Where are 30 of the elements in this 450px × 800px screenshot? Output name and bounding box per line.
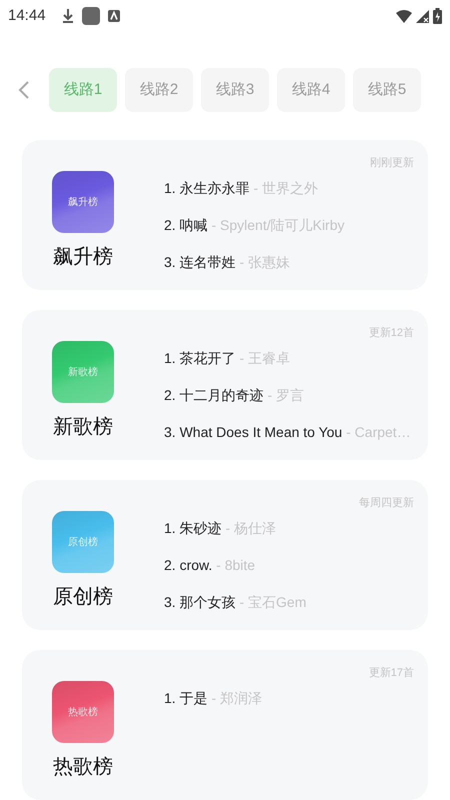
route-tab[interactable]: 线路2	[125, 68, 193, 112]
signal-icon	[416, 10, 429, 22]
song-title: 1. 永生亦永罪	[164, 180, 250, 196]
route-tab[interactable]: 线路5	[353, 68, 421, 112]
app-notification-icon	[108, 10, 120, 22]
chart-title: 原创榜	[53, 585, 113, 610]
chart-title: 热歌榜	[53, 755, 113, 780]
song-title: 1. 朱砂迹	[164, 520, 222, 536]
route-tab[interactable]: 线路3	[201, 68, 269, 112]
wifi-icon	[396, 10, 412, 22]
route-tab[interactable]: 线路4	[277, 68, 345, 112]
route-tab[interactable]: 线路1	[49, 68, 117, 112]
battery-icon	[433, 8, 442, 24]
status-time: 14:44	[8, 6, 46, 26]
chart-title: 新歌榜	[53, 415, 113, 440]
download-icon	[62, 8, 74, 24]
chart-title: 飙升榜	[53, 245, 113, 270]
song-title: 2. 十二月的奇迹	[164, 387, 264, 403]
song-title: 1. 茶花开了	[164, 350, 236, 366]
song-title: 3. 连名带姓	[164, 254, 236, 270]
cover-label: 飙升榜	[68, 196, 98, 210]
cover-label: 热歌榜	[68, 706, 98, 720]
song-title: 3. What Does It Mean to You	[164, 424, 342, 440]
song-title: 2. crow.	[164, 557, 212, 573]
cover-label: 新歌榜	[68, 366, 98, 380]
song-title: 1. 于是	[164, 690, 208, 706]
song-title: 3. 那个女孩	[164, 594, 236, 610]
notification-square-icon	[82, 7, 100, 25]
song-title: 2. 呐喊	[164, 217, 208, 233]
cover-label: 原创榜	[68, 536, 98, 550]
